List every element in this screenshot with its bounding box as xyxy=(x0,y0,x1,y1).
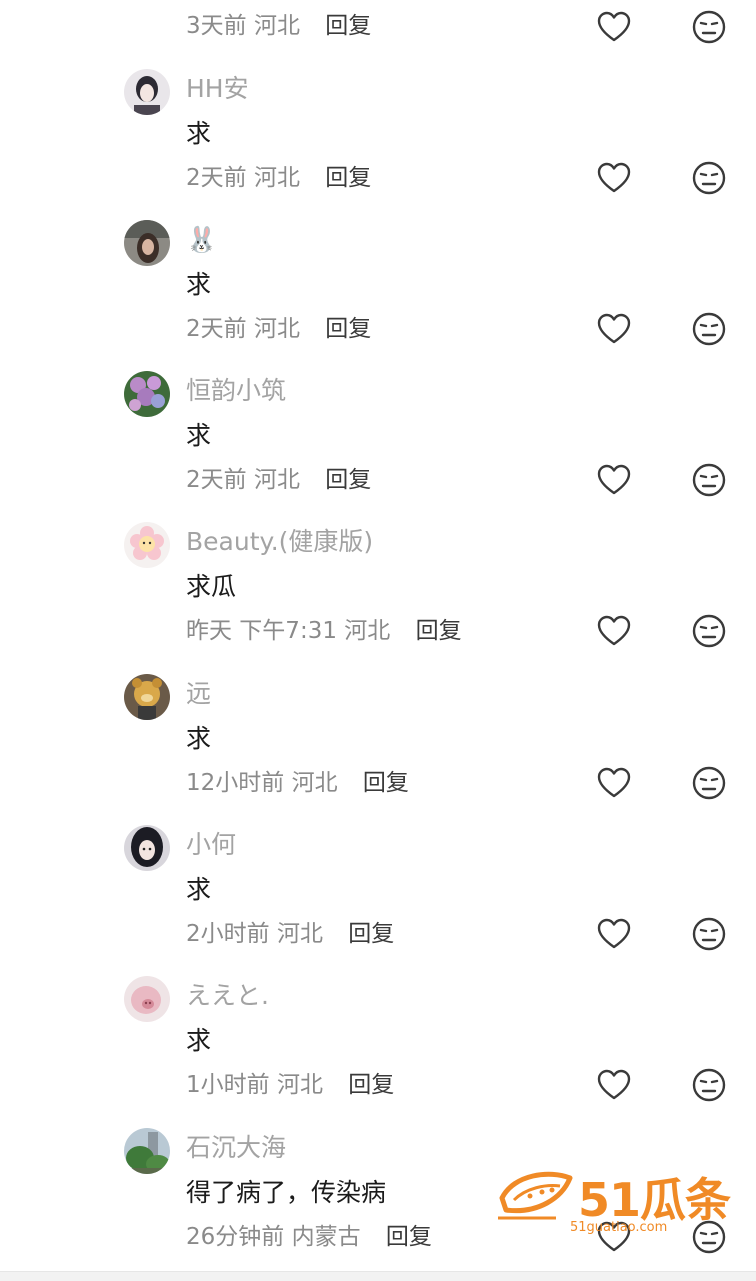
comment-meta: 2天前 河北 回复 xyxy=(186,314,371,344)
comment-content: 求 xyxy=(186,1026,212,1055)
comment-location: 河北 xyxy=(276,1072,323,1098)
comment-username[interactable]: 恒韵小筑 xyxy=(186,376,286,406)
dislike-face-icon[interactable] xyxy=(691,160,727,196)
comment-content: 求 xyxy=(186,119,212,148)
comment-content: 求 xyxy=(186,875,212,904)
comment-item: 恒韵小筑 求 2天前 河北 回复 xyxy=(0,368,756,519)
comment-item: HH安 求 2天前 河北 回复 xyxy=(0,66,756,217)
comment-location: 河北 xyxy=(344,618,391,644)
comment-time: 2小时前 xyxy=(186,921,270,947)
comment-location: 内蒙古 xyxy=(291,1224,361,1250)
avatar[interactable] xyxy=(124,69,170,115)
dislike-face-icon[interactable] xyxy=(691,9,727,45)
comment-username[interactable]: 远 xyxy=(186,679,211,709)
comment-item: 远 求 12小时前 河北 回复 xyxy=(0,671,756,822)
avatar[interactable] xyxy=(124,1128,170,1174)
heart-icon[interactable] xyxy=(596,613,632,649)
dislike-face-icon[interactable] xyxy=(691,765,727,801)
avatar[interactable] xyxy=(124,976,170,1022)
comment-time: 2天前 xyxy=(186,316,247,342)
comment-content: 求瓜 xyxy=(186,572,237,601)
reply-button[interactable]: 回复 xyxy=(348,921,394,947)
watermelon-logo-icon xyxy=(498,1171,573,1220)
comment-content: 求 xyxy=(186,270,212,299)
reply-button[interactable]: 回复 xyxy=(363,770,409,796)
comment-location: 河北 xyxy=(291,770,338,796)
comment-time: 2天前 xyxy=(186,467,247,493)
heart-icon[interactable] xyxy=(596,160,632,196)
comment-time: 12小时前 xyxy=(186,770,285,796)
comment-item: Beauty.(健康版) 求瓜 昨天 下午7:31 河北 回复 xyxy=(0,519,756,670)
comment-username[interactable]: Beauty.(健康版) xyxy=(186,527,373,557)
dislike-face-icon[interactable] xyxy=(691,462,727,498)
comment-username[interactable]: HH安 xyxy=(186,74,249,104)
heart-icon[interactable] xyxy=(596,1067,632,1103)
comment-username[interactable]: 🐰 xyxy=(186,225,217,255)
comment-meta: 2天前 河北 回复 xyxy=(186,465,371,495)
reply-button[interactable]: 回复 xyxy=(348,1072,394,1098)
comment-location: 河北 xyxy=(276,921,323,947)
comment-location: 河北 xyxy=(253,467,300,493)
comment-time: 2天前 xyxy=(186,165,247,191)
comment-meta: 2小时前 河北 回复 xyxy=(186,919,394,949)
avatar[interactable] xyxy=(124,674,170,720)
heart-icon[interactable] xyxy=(596,462,632,498)
comment-meta: 昨天 下午7:31 河北 回复 xyxy=(186,616,462,646)
comment-item: 🐰 求 2天前 河北 回复 xyxy=(0,217,756,368)
reply-button[interactable]: 回复 xyxy=(325,467,371,493)
reply-button[interactable]: 回复 xyxy=(325,165,371,191)
dislike-face-icon[interactable] xyxy=(691,1067,727,1103)
reply-button[interactable]: 回复 xyxy=(416,618,462,644)
comment-time: 3天前 xyxy=(186,13,247,39)
comment-item: 小何 求 2小时前 河北 回复 xyxy=(0,822,756,973)
dislike-face-icon[interactable] xyxy=(691,613,727,649)
comment-time: 1小时前 xyxy=(186,1072,270,1098)
heart-icon[interactable] xyxy=(596,311,632,347)
dislike-face-icon[interactable] xyxy=(691,916,727,952)
comment-meta: 2天前 河北 回复 xyxy=(186,163,371,193)
comment-username[interactable]: 小何 xyxy=(186,830,236,860)
dislike-face-icon[interactable] xyxy=(691,311,727,347)
comment-content: 求 xyxy=(186,724,212,753)
comment-time: 26分钟前 xyxy=(186,1224,285,1250)
comment-item: ええと. 求 1小时前 河北 回复 xyxy=(0,973,756,1124)
heart-icon[interactable] xyxy=(596,9,632,45)
comment-meta: 26分钟前 内蒙古 回复 xyxy=(186,1222,432,1252)
comment-meta: 1小时前 河北 回复 xyxy=(186,1070,394,1100)
avatar[interactable] xyxy=(124,371,170,417)
reply-button[interactable]: 回复 xyxy=(386,1224,432,1250)
comment-username[interactable]: ええと. xyxy=(186,981,269,1011)
reply-button[interactable]: 回复 xyxy=(325,13,371,39)
watermark-logo: 51瓜条 51guatiao.com xyxy=(496,1160,736,1244)
comment-location: 河北 xyxy=(253,13,300,39)
avatar[interactable] xyxy=(124,522,170,568)
reply-button[interactable]: 回复 xyxy=(325,316,371,342)
avatar[interactable] xyxy=(124,825,170,871)
comment-meta: 3天前 河北 回复 xyxy=(186,11,371,41)
comment-username[interactable]: 石沉大海 xyxy=(186,1133,286,1163)
watermark-url: 51guatiao.com xyxy=(570,1220,668,1235)
comment-meta: 12小时前 河北 回复 xyxy=(186,768,409,798)
heart-icon[interactable] xyxy=(596,916,632,952)
avatar[interactable] xyxy=(124,220,170,266)
comment-location: 河北 xyxy=(253,165,300,191)
heart-icon[interactable] xyxy=(596,765,632,801)
comment-content: 得了病了，传染病 xyxy=(186,1178,387,1207)
comment-location: 河北 xyxy=(253,316,300,342)
comment-time: 昨天 下午7:31 xyxy=(186,618,337,644)
comment-content: 求 xyxy=(186,421,212,450)
